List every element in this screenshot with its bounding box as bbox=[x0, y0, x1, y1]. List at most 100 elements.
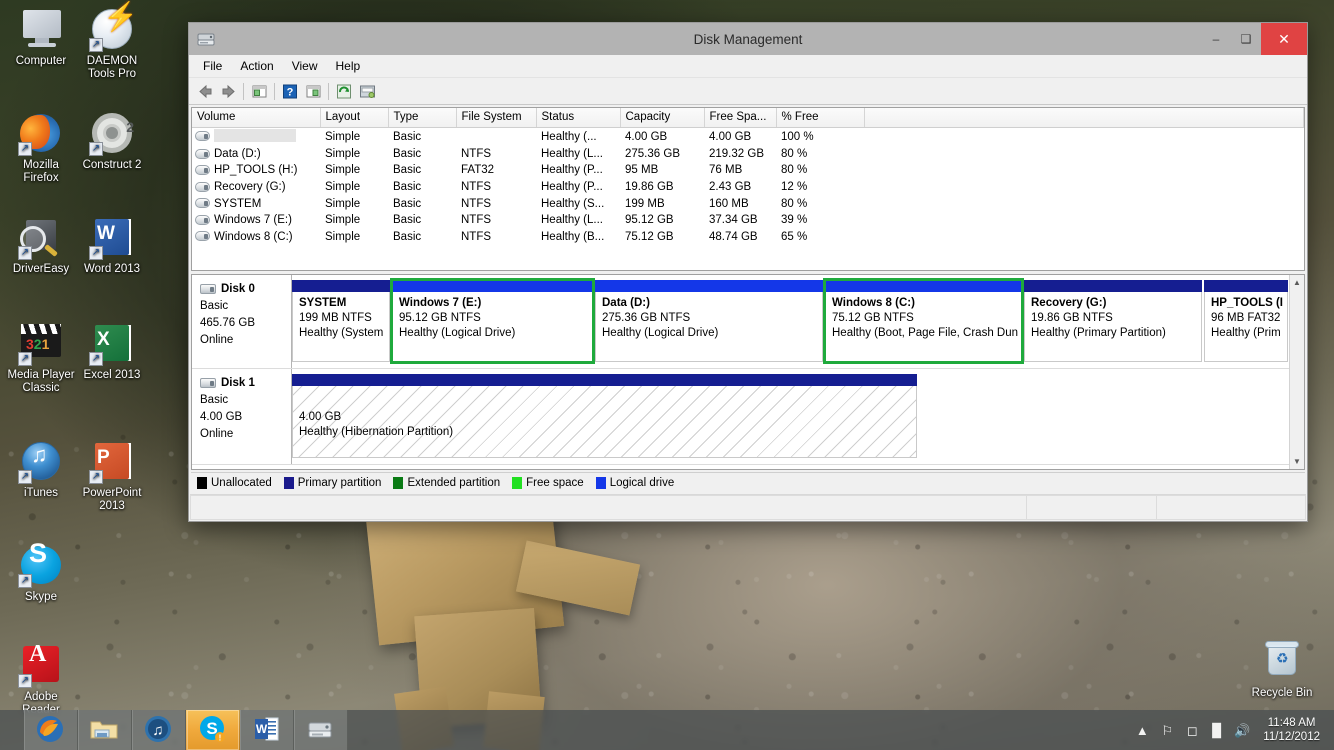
taskbar-button-disk-management[interactable] bbox=[294, 710, 348, 750]
show-hide-console-tree-icon[interactable] bbox=[302, 81, 324, 102]
legend-item: Free space bbox=[512, 476, 584, 489]
menu-action[interactable]: Action bbox=[232, 56, 281, 76]
disk-header[interactable]: Disk 1 Basic 4.00 GB Online bbox=[192, 369, 292, 464]
desktop-icon-adobe-reader[interactable]: A ↗ Adobe Reader bbox=[4, 642, 78, 717]
flag-action-center-icon[interactable]: ⚐ bbox=[1159, 722, 1175, 738]
usb-safely-remove-icon[interactable]: ◻ bbox=[1184, 722, 1200, 738]
network-signal-icon[interactable]: ▉ bbox=[1209, 722, 1225, 738]
taskbar-button-itunes[interactable]: ♫ bbox=[132, 710, 186, 750]
desktop-icon-label: Construct 2 bbox=[82, 159, 142, 171]
disk-name: Disk 0 bbox=[200, 281, 285, 298]
shortcut-arrow-icon: ↗ bbox=[18, 246, 32, 260]
menu-help[interactable]: Help bbox=[328, 56, 369, 76]
menu-file[interactable]: File bbox=[195, 56, 230, 76]
legend-label: Extended partition bbox=[407, 476, 501, 489]
desktop-icon-word-2013[interactable]: W ↗ Word 2013 bbox=[75, 216, 149, 276]
maximize-button[interactable]: ❑ bbox=[1231, 23, 1261, 55]
disk-management-icon bbox=[305, 714, 337, 746]
column-header-volume[interactable]: Volume bbox=[192, 108, 321, 128]
partition-block[interactable]: HP_TOOLS (I 96 MB FAT32 Healthy (Prim bbox=[1204, 280, 1288, 362]
cell-type: Basic bbox=[393, 164, 422, 177]
partition-label: Recovery (G:) bbox=[1031, 297, 1107, 309]
volume-icon[interactable]: 🔊 bbox=[1234, 722, 1250, 738]
partition-block[interactable]: Data (D:) 275.36 GB NTFS Healthy (Logical … bbox=[595, 280, 823, 362]
rescan-disks-icon[interactable] bbox=[356, 81, 378, 102]
partition-strip: 4.00 GB Healthy (Hibernation Partition) bbox=[292, 369, 1289, 464]
taskbar-button-skype[interactable]: S! bbox=[186, 710, 240, 750]
taskbar-button-word[interactable]: W bbox=[240, 710, 294, 750]
cell-type: Basic bbox=[393, 147, 422, 160]
taskbar-button-firefox[interactable] bbox=[24, 710, 78, 750]
back-icon[interactable] bbox=[194, 81, 216, 102]
taskbar-button-folder[interactable] bbox=[78, 710, 132, 750]
clock[interactable]: 11:48 AM 11/12/2012 bbox=[1259, 716, 1326, 744]
partition-capacity-bar bbox=[1024, 280, 1202, 292]
help-icon[interactable]: ? bbox=[279, 81, 301, 102]
volume-drive-icon bbox=[195, 181, 210, 192]
table-row[interactable]: Simple Basic Healthy (... 4.00 GB 4.00 GB 100… bbox=[192, 127, 1304, 146]
toolbar-separator bbox=[243, 82, 244, 100]
scroll-up-button[interactable]: ▲ bbox=[1290, 275, 1304, 290]
table-row[interactable]: Recovery (G:) Simple Basic NTFS Healthy (P..… bbox=[192, 179, 1304, 196]
forward-icon[interactable] bbox=[217, 81, 239, 102]
cell-capacity: 275.36 GB bbox=[625, 147, 680, 160]
cell-type: Basic bbox=[393, 130, 422, 143]
desktop-icon-construct-2[interactable]: 2 ↗ Construct 2 bbox=[75, 112, 149, 172]
column-header-file-system[interactable]: File System bbox=[456, 108, 537, 128]
close-button[interactable]: ✕ bbox=[1261, 23, 1307, 55]
desktop-icon-recycle-bin[interactable]: ♻ Recycle Bin bbox=[1245, 640, 1319, 700]
table-row[interactable]: HP_TOOLS (H:) Simple Basic FAT32 Healthy (P.… bbox=[192, 162, 1304, 179]
column-header-type[interactable]: Type bbox=[388, 108, 457, 128]
desktop-icon-computer[interactable]: Computer bbox=[4, 8, 78, 68]
partition-block[interactable]: SYSTEM 199 MB NTFS Healthy (System bbox=[292, 280, 390, 362]
table-row[interactable]: Windows 8 (C:) Simple Basic NTFS Healthy (B.… bbox=[192, 228, 1304, 245]
start-button[interactable] bbox=[0, 710, 24, 750]
table-row[interactable]: Data (D:) Simple Basic NTFS Healthy (L... 275… bbox=[192, 146, 1304, 163]
cell-status: Healthy (S... bbox=[541, 197, 605, 210]
window-title-bar[interactable]: Disk Management – ❑ ✕ bbox=[189, 23, 1307, 55]
show-hidden-icons-icon[interactable]: ▲ bbox=[1134, 722, 1150, 738]
table-row[interactable]: Windows 7 (E:) Simple Basic NTFS Healthy (L.… bbox=[192, 212, 1304, 229]
legend-label: Primary partition bbox=[297, 476, 382, 489]
partition-size-filesystem: 275.36 GB NTFS bbox=[602, 312, 691, 324]
desktop-icon-powerpoint-2013[interactable]: P ↗ PowerPoint 2013 bbox=[75, 440, 149, 513]
cell-blank bbox=[864, 195, 1304, 212]
disk-icon bbox=[200, 284, 216, 294]
tool-bar: ? bbox=[189, 78, 1307, 105]
refresh-icon[interactable] bbox=[333, 81, 355, 102]
desktop-icon-drivereasy[interactable]: ↗ DriverEasy bbox=[4, 216, 78, 276]
partition-block[interactable]: Windows 7 (E:) 95.12 GB NTFS Healthy (Logi… bbox=[390, 278, 595, 364]
disk-name-text: Disk 1 bbox=[221, 377, 255, 389]
cell-status: Healthy (... bbox=[541, 130, 597, 143]
up-one-level-icon[interactable] bbox=[248, 81, 270, 102]
column-header-blank[interactable] bbox=[864, 108, 1304, 128]
column-header-free-space[interactable]: Free Spa... bbox=[704, 108, 777, 128]
disk-header[interactable]: Disk 0 Basic 465.76 GB Online bbox=[192, 275, 292, 368]
column-header-capacity[interactable]: Capacity bbox=[620, 108, 705, 128]
menu-view[interactable]: View bbox=[284, 56, 326, 76]
disk-state: Online bbox=[200, 428, 234, 440]
graphical-view-scrollbar[interactable]: ▲ ▼ bbox=[1289, 275, 1304, 469]
desktop-icon-daemon-tools-pro[interactable]: ↗ DAEMON Tools Pro bbox=[75, 8, 149, 81]
scroll-down-button[interactable]: ▼ bbox=[1290, 454, 1304, 469]
desktop-icon-skype[interactable]: S ↗ Skype bbox=[4, 540, 78, 604]
column-header-layout[interactable]: Layout bbox=[320, 108, 389, 128]
volume-list-pane[interactable]: Volume Layout Type File System Status Ca… bbox=[191, 107, 1305, 271]
skype-icon: S ↗ bbox=[18, 540, 64, 588]
column-header-percent-free[interactable]: % Free bbox=[776, 108, 865, 128]
column-header-status[interactable]: Status bbox=[536, 108, 621, 128]
partition-block[interactable]: Windows 8 (C:) 75.12 GB NTFS Healthy (Boot… bbox=[823, 278, 1024, 364]
table-row[interactable]: SYSTEM Simple Basic NTFS Healthy (S... 199 MB… bbox=[192, 195, 1304, 212]
cell-layout: Simple bbox=[325, 164, 361, 177]
minimize-button[interactable]: – bbox=[1201, 23, 1231, 55]
desktop-icon-mozilla-firefox[interactable]: ↗ Mozilla Firefox bbox=[4, 112, 78, 185]
desktop-icon-media-player-classic[interactable]: 321 ↗ Media Player Classic bbox=[4, 322, 78, 395]
partition-health-status: Healthy (Primary Partition) bbox=[1031, 327, 1166, 339]
partition-health-status: Healthy (Boot, Page File, Crash Dun bbox=[832, 327, 1019, 339]
svg-text:!: ! bbox=[219, 734, 222, 743]
desktop-icon-label: Media Player Classic bbox=[7, 369, 75, 394]
desktop-icon-excel-2013[interactable]: X ↗ Excel 2013 bbox=[75, 322, 149, 382]
desktop-icon-itunes[interactable]: ♫ ↗ iTunes bbox=[4, 440, 78, 500]
partition-block[interactable]: 4.00 GB Healthy (Hibernation Partition) bbox=[292, 374, 917, 458]
partition-block[interactable]: Recovery (G:) 19.86 GB NTFS Healthy (Prima… bbox=[1024, 280, 1202, 362]
